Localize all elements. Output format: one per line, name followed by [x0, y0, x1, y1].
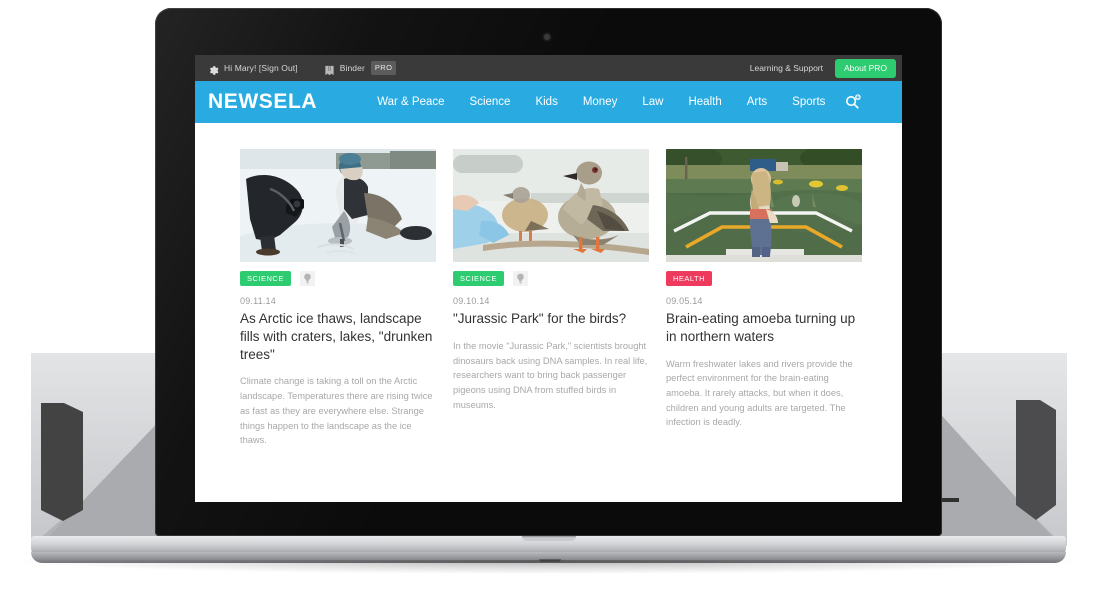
article-summary: Climate change is taking a toll on the A…: [240, 376, 433, 446]
binder-icon: [324, 63, 335, 75]
nav-link-kids[interactable]: Kids: [535, 96, 557, 108]
learning-support-link[interactable]: Learning & Support: [750, 63, 823, 73]
category-badge[interactable]: SCIENCE: [240, 271, 291, 286]
nav-link-money[interactable]: Money: [583, 96, 618, 108]
webcam-icon: [544, 34, 550, 40]
lightbulb-icon[interactable]: [299, 271, 315, 286]
article-date: 09.11.14: [240, 296, 276, 306]
article-date: 09.10.14: [453, 296, 490, 306]
nav-link-sports[interactable]: Sports: [792, 96, 825, 108]
search-plus-icon[interactable]: [843, 93, 863, 112]
nav-links: War & Peace Science Kids Money Law Healt…: [377, 93, 888, 112]
article-date: 09.05.14: [666, 296, 703, 306]
binder-label: Binder: [339, 63, 365, 73]
article-title[interactable]: "Jurassic Park" for the birds?: [453, 310, 649, 328]
category-badge[interactable]: HEALTH: [666, 271, 713, 286]
nav-link-law[interactable]: Law: [642, 96, 663, 108]
article-cards-row: SCIENCE 09.11.14 As Arctic ice thaws, la…: [195, 149, 902, 448]
nav-link-war-peace[interactable]: War & Peace: [377, 96, 444, 108]
article-feed: SCIENCE 09.11.14 As Arctic ice thaws, la…: [195, 123, 902, 502]
binder-group[interactable]: Binder PRO: [324, 61, 397, 75]
main-navbar: NEWSELA War & Peace Science Kids Money L…: [195, 81, 902, 123]
binder-pro-tag: PRO: [370, 61, 397, 75]
utility-bar: Hi Mary! [Sign Out] Binder PRO Learning …: [195, 55, 902, 81]
category-badge[interactable]: SCIENCE: [453, 271, 504, 286]
article-title[interactable]: Brain-eating amoeba turning up in northe…: [666, 310, 862, 346]
article-card[interactable]: HEALTH 09.05.14 Brain-eating amoeba turn…: [666, 149, 862, 448]
article-card[interactable]: SCIENCE 09.11.14 As Arctic ice thaws, la…: [240, 149, 436, 448]
utility-bar-right: Learning & Support About PRO: [750, 58, 896, 78]
article-summary: Warm freshwater lakes and rivers provide…: [666, 358, 853, 428]
laptop-screen: Hi Mary! [Sign Out] Binder PRO Learning …: [195, 55, 902, 502]
article-title[interactable]: As Arctic ice thaws, landscape fills wit…: [240, 310, 436, 363]
laptop-shadow: [20, 560, 1077, 574]
article-meta: HEALTH: [666, 271, 862, 286]
nav-link-arts[interactable]: Arts: [747, 96, 767, 108]
laptop-device: Hi Mary! [Sign Out] Binder PRO Learning …: [20, 8, 1077, 574]
lightbulb-icon[interactable]: [512, 271, 528, 286]
nav-link-science[interactable]: Science: [470, 96, 511, 108]
article-thumbnail[interactable]: [453, 149, 649, 262]
article-thumbnail[interactable]: [240, 149, 436, 262]
article-meta: SCIENCE: [240, 271, 436, 286]
nav-link-health[interactable]: Health: [688, 96, 721, 108]
newsela-logo[interactable]: NEWSELA: [208, 90, 317, 114]
article-thumbnail[interactable]: [666, 149, 862, 262]
article-meta: SCIENCE: [453, 271, 649, 286]
about-pro-button[interactable]: About PRO: [835, 58, 896, 78]
greeting-signout-link[interactable]: Hi Mary! [Sign Out]: [224, 63, 298, 73]
utility-bar-left: Hi Mary! [Sign Out] Binder PRO: [208, 61, 397, 75]
article-summary: In the movie "Jurassic Park," scientists…: [453, 340, 648, 410]
article-card[interactable]: SCIENCE 09.10.14 "Jurassic Park" for the…: [453, 149, 649, 448]
gear-icon[interactable]: [208, 63, 219, 75]
laptop-base-notch: [522, 536, 576, 541]
